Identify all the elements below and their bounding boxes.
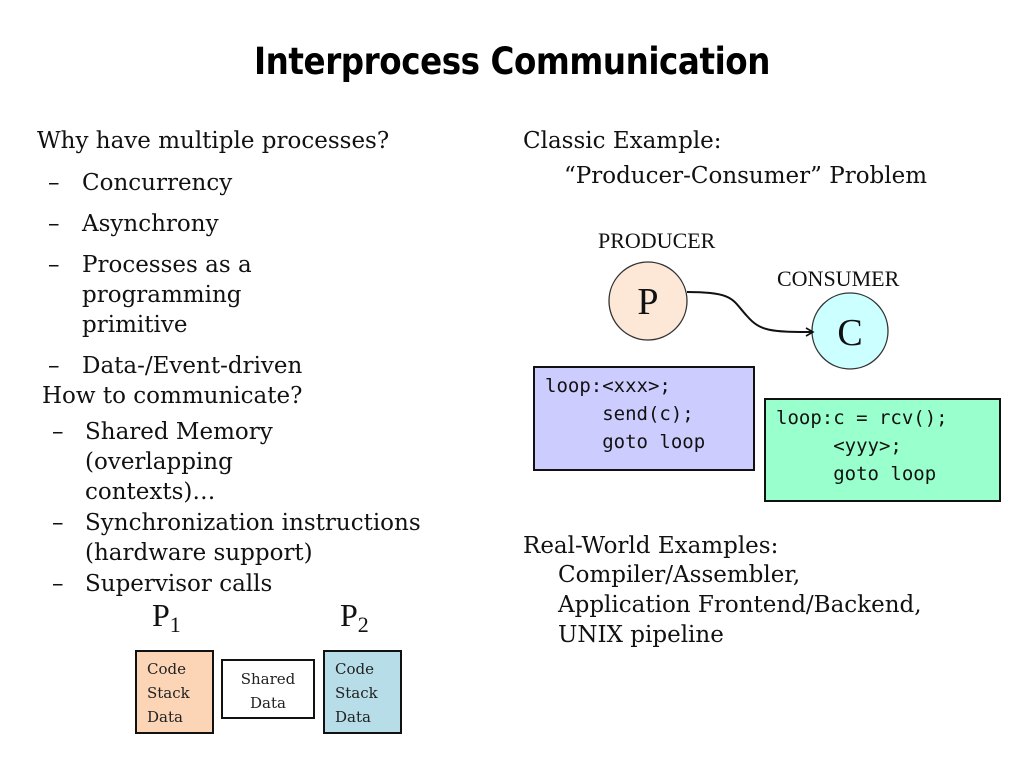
code-line: <yyy>; bbox=[776, 435, 902, 457]
producer-node-letter: P bbox=[637, 281, 658, 323]
producer-code-box: loop:<xxx>; send(c); goto loop bbox=[533, 366, 755, 471]
code-line: goto loop bbox=[545, 431, 706, 453]
code-line: loop:c = rcv(); bbox=[776, 407, 948, 429]
producer-consumer-diagram: P C bbox=[608, 261, 889, 370]
code-line: goto loop bbox=[776, 463, 937, 485]
real-world-item: Compiler/Assembler, bbox=[558, 562, 801, 588]
real-world-heading: Real-World Examples: bbox=[523, 533, 779, 559]
real-world-item: UNIX pipeline bbox=[558, 622, 724, 648]
consumer-code-box: loop:c = rcv(); <yyy>; goto loop bbox=[764, 398, 1001, 502]
code-line: loop:<xxx>; bbox=[545, 375, 671, 397]
real-world-item: Application Frontend/Backend, bbox=[558, 592, 922, 618]
consumer-node-letter: C bbox=[837, 312, 862, 354]
send-arrow bbox=[686, 291, 815, 337]
code-line: send(c); bbox=[545, 403, 694, 425]
